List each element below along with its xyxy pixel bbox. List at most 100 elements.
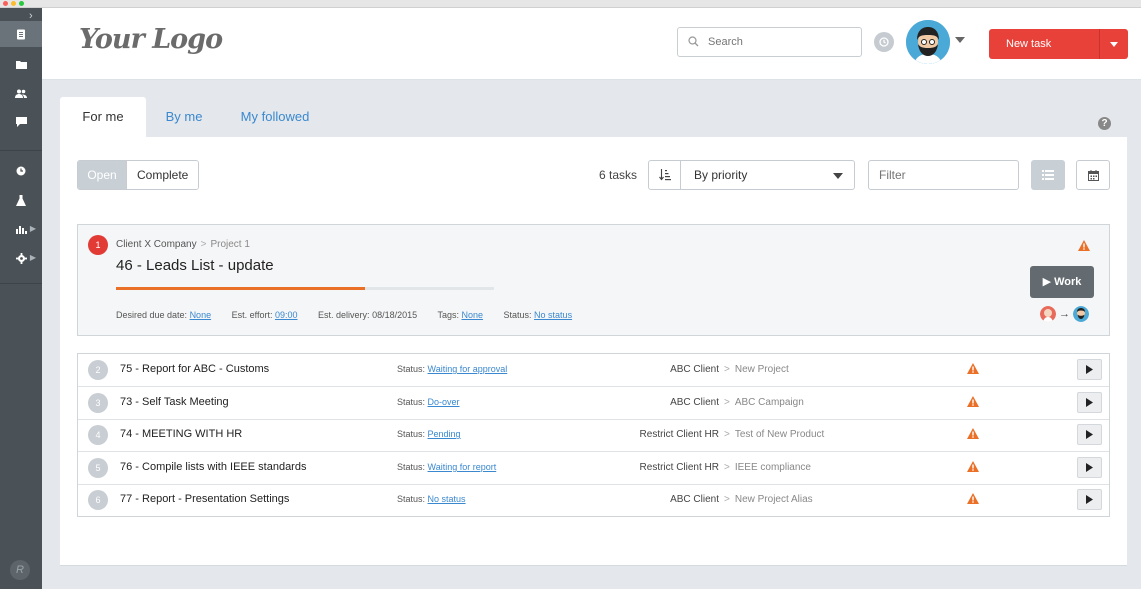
assigner-avatar[interactable] [1040, 306, 1056, 322]
effort-label: Est. effort: [231, 310, 273, 320]
status-value[interactable]: Waiting for report [428, 462, 497, 472]
client-link[interactable]: ABC Client [670, 397, 719, 408]
table-row[interactable]: 6 77 - Report - Presentation Settings Stat… [78, 484, 1109, 517]
history-button[interactable] [874, 32, 894, 52]
sidebar-item-messages[interactable] [0, 109, 42, 135]
start-task-button[interactable] [1077, 489, 1102, 511]
table-row[interactable]: 2 75 - Report for ABC - Customs Status: Wa… [78, 354, 1109, 387]
table-row[interactable]: 5 76 - Compile lists with IEEE standards S… [78, 452, 1109, 485]
calendar-view-button[interactable] [1076, 160, 1110, 190]
project-crumb: > New Project Alias [724, 494, 813, 505]
new-task-dropdown-button[interactable] [1099, 29, 1128, 59]
breadcrumb-separator: > [724, 429, 730, 441]
sidebar-item-time[interactable] [0, 158, 42, 184]
window-titlebar [0, 0, 1141, 8]
task-title[interactable]: 73 - Self Task Meeting [120, 396, 229, 408]
project-link[interactable]: ABC Campaign [735, 397, 804, 408]
status-value[interactable]: Waiting for approval [428, 364, 508, 374]
status-value[interactable]: No status [534, 310, 572, 320]
sort-select[interactable]: By priority [648, 160, 855, 190]
project-crumb: > New Project [724, 364, 789, 375]
complete-filter-button[interactable]: Complete [126, 161, 199, 189]
project-link[interactable]: Test of New Product [735, 429, 824, 440]
table-row[interactable]: 3 73 - Self Task Meeting Status: Do-over AB… [78, 387, 1109, 420]
project-link[interactable]: New Project [735, 364, 789, 375]
open-filter-button[interactable]: Open [78, 161, 126, 189]
work-button[interactable]: ▶ Work [1030, 266, 1094, 298]
sidebar-item-people[interactable] [0, 80, 42, 106]
start-task-button[interactable] [1077, 391, 1102, 413]
users-icon [15, 89, 27, 98]
user-menu-caret-icon[interactable] [955, 37, 965, 43]
new-task-button[interactable]: New task [989, 29, 1128, 59]
bar-chart-icon [15, 225, 27, 234]
user-avatar[interactable] [906, 20, 950, 64]
minimize-dot[interactable] [11, 1, 16, 6]
chevron-right-icon: ▶ [29, 224, 36, 233]
task-title[interactable]: 76 - Compile lists with IEEE standards [120, 461, 306, 473]
tab-by-me[interactable]: By me [152, 97, 216, 137]
status-value[interactable]: No status [428, 494, 466, 504]
sidebar-item-settings[interactable]: ▶ [0, 245, 42, 271]
breadcrumb-separator: > [724, 494, 730, 506]
priority-badge: 1 [88, 235, 108, 255]
status-label: Status: [503, 310, 532, 320]
sort-select-value: By priority [694, 168, 748, 182]
client-link[interactable]: ABC Client [670, 494, 719, 505]
search-box[interactable] [677, 27, 862, 57]
client-link[interactable]: Client X Company [116, 239, 197, 250]
start-task-button[interactable] [1077, 456, 1102, 478]
task-title[interactable]: 75 - Report for ABC - Customs [120, 363, 269, 375]
priority-badge: 5 [88, 457, 108, 478]
warning-icon [967, 428, 979, 440]
task-count: 6 tasks [599, 168, 638, 182]
logo[interactable]: Your Logo [79, 24, 223, 55]
sidebar-item-lab[interactable] [0, 187, 42, 213]
table-row[interactable]: 4 74 - MEETING WITH HR Status: Pending Rest… [78, 419, 1109, 453]
sidebar-item-reports[interactable]: ▶ [0, 216, 42, 242]
sidebar-item-tasks[interactable] [0, 21, 42, 47]
search-input[interactable] [708, 34, 853, 50]
new-task-label[interactable]: New task [989, 29, 1099, 59]
project-link[interactable]: IEEE compliance [735, 462, 811, 473]
maximize-dot[interactable] [19, 1, 24, 6]
status-value[interactable]: Pending [428, 429, 461, 439]
progress-bar [116, 287, 494, 290]
sidebar: › ▶ ▶ R [0, 8, 42, 589]
task-title[interactable]: 77 - Report - Presentation Settings [120, 493, 289, 505]
filter-box[interactable] [868, 160, 1019, 190]
caret-down-icon [833, 173, 843, 179]
help-icon[interactable]: ? [1098, 117, 1111, 130]
featured-task-card[interactable]: 1 Client X Company > Project 1 46 - Leads … [77, 224, 1110, 336]
effort-value[interactable]: 09:00 [275, 310, 298, 320]
status-label: Status: [397, 364, 426, 374]
project-link[interactable]: Project 1 [210, 239, 249, 250]
start-task-button[interactable] [1077, 359, 1102, 380]
status-value[interactable]: Do-over [428, 397, 460, 407]
task-status: Status: Waiting for report [397, 462, 496, 472]
sort-direction-button[interactable] [649, 161, 681, 189]
assignee-avatar[interactable] [1073, 306, 1089, 322]
priority-badge: 6 [88, 490, 108, 511]
due-date-value[interactable]: None [190, 310, 212, 320]
client-link[interactable]: Restrict Client HR [640, 429, 719, 440]
task-title[interactable]: 74 - MEETING WITH HR [120, 428, 242, 440]
list-view-button[interactable] [1031, 160, 1065, 190]
client-link[interactable]: ABC Client [670, 364, 719, 375]
client-link[interactable]: Restrict Client HR [640, 462, 719, 473]
play-icon [1086, 462, 1093, 472]
close-dot[interactable] [3, 1, 8, 6]
start-task-button[interactable] [1077, 424, 1102, 446]
app-badge-icon[interactable]: R [10, 560, 30, 580]
warning-icon [967, 363, 979, 374]
filter-input[interactable] [879, 162, 1009, 188]
play-icon [1086, 495, 1093, 505]
breadcrumb: Client X Company > Project 1 [116, 239, 250, 250]
task-title[interactable]: 46 - Leads List - update [116, 257, 274, 274]
tab-my-followed[interactable]: My followed [230, 97, 320, 137]
warning-icon [967, 493, 979, 505]
tags-value[interactable]: None [461, 310, 483, 320]
tab-for-me[interactable]: For me [60, 97, 146, 137]
project-link[interactable]: New Project Alias [735, 494, 813, 505]
sidebar-item-projects[interactable] [0, 51, 42, 77]
